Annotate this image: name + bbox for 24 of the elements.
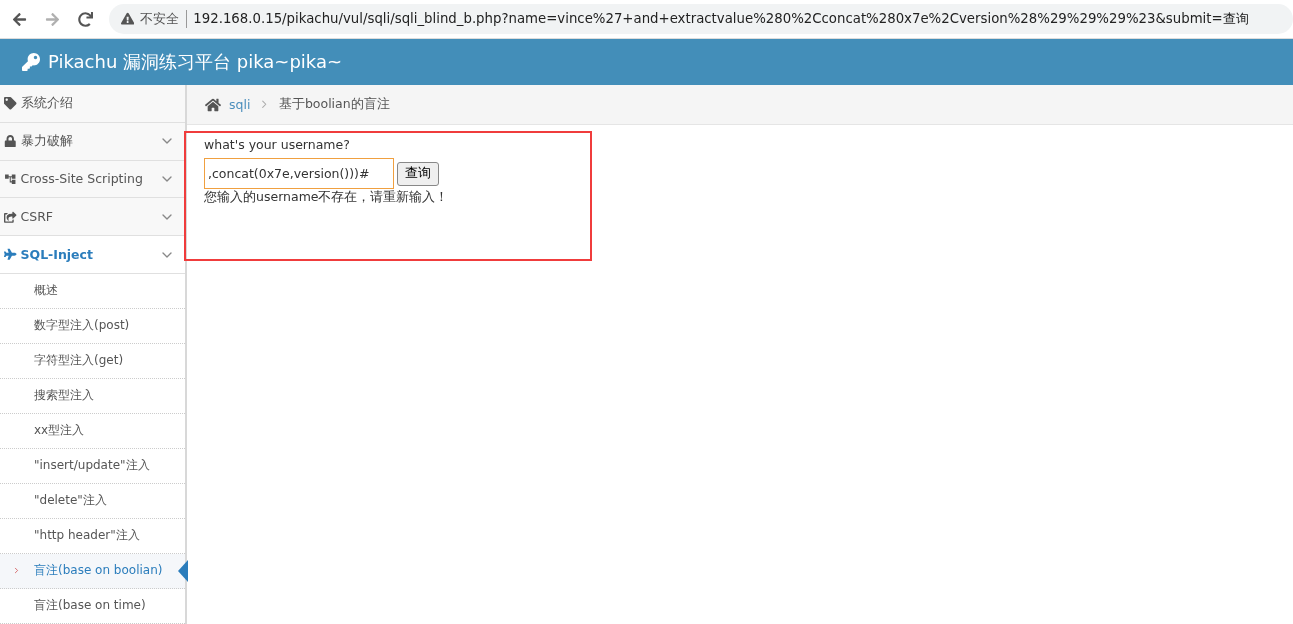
tree-icon	[4, 172, 17, 186]
address-bar[interactable]: 不安全 192.168.0.15/pikachu/vul/sqli/sqli_blind_b.php?name=vince%27+and+extractvalue%280%2Cconcat%280x7e%2Cversion%28%29%29%29%23&submit=查询	[109, 4, 1293, 34]
warning-icon	[121, 12, 135, 26]
home-icon	[205, 96, 221, 113]
sidebar-item[interactable]: 系统介绍	[0, 85, 185, 123]
reload-button[interactable]	[76, 9, 95, 29]
sidebar-item[interactable]: Cross-Site Scripting	[0, 160, 185, 199]
message-text: 您输入的username不存在，请重新输入！	[204, 189, 449, 204]
submenu-item[interactable]: 盲注(base on boolian)	[0, 554, 185, 589]
tag-icon	[4, 97, 17, 110]
sidebar-item[interactable]: 暴力破解	[0, 122, 185, 161]
url-text: 192.168.0.15/pikachu/vul/sqli/sqli_blind_b.php?name=vince%27+and+extractvalue%280%2Cconcat%280x7e%2Cversion%28%29%29%29%23&submit=查询	[193, 10, 1249, 28]
plane-icon	[4, 248, 17, 261]
share-icon	[4, 210, 17, 224]
security-label: 不安全	[140, 10, 188, 28]
breadcrumb-current: 基于boolian的盲注	[278, 96, 390, 113]
marker-icon	[12, 566, 21, 576]
prompt-text: what's your username?	[204, 137, 351, 152]
key-icon	[22, 53, 40, 71]
username-field[interactable]: ,concat(0x7e,version()))#	[204, 158, 394, 189]
sidebar-item[interactable]: CSRF	[0, 198, 185, 237]
query-button[interactable]: 查询	[397, 161, 439, 186]
lock-icon	[4, 134, 17, 148]
site-title: Pikachu 漏洞练习平台 pika~pika~	[48, 50, 343, 74]
